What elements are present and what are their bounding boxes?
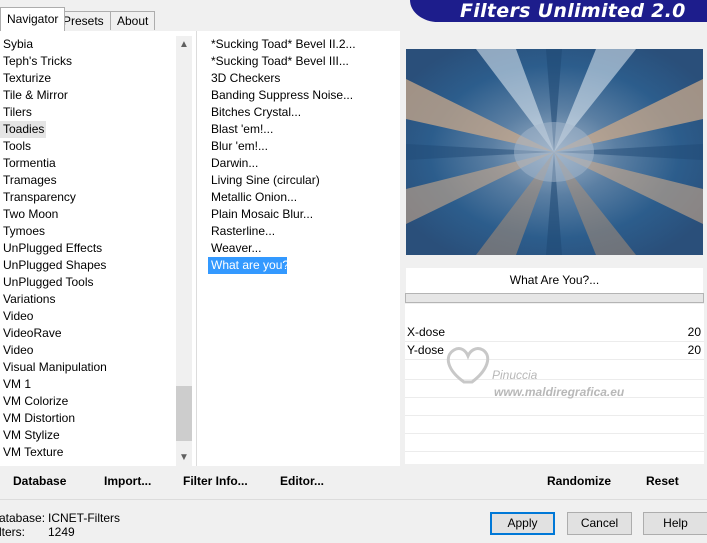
database-value: ICNET-Filters xyxy=(48,511,120,525)
param-divider xyxy=(405,451,704,452)
param-row-x-dose[interactable]: X-dose 20 xyxy=(405,324,704,342)
category-list[interactable]: Sybia Teph's Tricks Texturize Tile & Mir… xyxy=(0,36,176,466)
list-divider xyxy=(196,31,197,466)
param-divider xyxy=(405,397,704,398)
category-item[interactable]: VM Distortion xyxy=(0,410,176,427)
filter-list[interactable]: *Sucking Toad* Bevel II.2... *Sucking To… xyxy=(208,36,393,466)
cancel-button[interactable]: Cancel xyxy=(567,512,632,535)
param-row-y-dose[interactable]: Y-dose 20 xyxy=(405,342,704,360)
preview-graphic xyxy=(406,49,703,255)
param-divider xyxy=(405,415,704,416)
category-item[interactable]: Variations xyxy=(0,291,176,308)
preview-button-bar: Randomize Reset xyxy=(405,466,704,495)
progress-bar xyxy=(405,293,704,303)
category-item[interactable]: VM Colorize xyxy=(0,393,176,410)
parameter-area[interactable]: X-dose 20 Y-dose 20 xyxy=(405,304,704,464)
status-divider xyxy=(0,499,707,500)
database-button[interactable]: Database xyxy=(13,474,66,488)
category-item[interactable]: Texturize xyxy=(0,70,176,87)
param-divider xyxy=(405,379,704,380)
editor-button[interactable]: Editor... xyxy=(280,474,324,488)
import-button[interactable]: Import... xyxy=(104,474,151,488)
param-value[interactable]: 20 xyxy=(688,343,701,357)
filter-info-button[interactable]: Filter Info... xyxy=(183,474,248,488)
tab-about[interactable]: About xyxy=(110,11,156,30)
category-item-selected[interactable]: Toadies xyxy=(0,121,46,138)
category-item[interactable]: VM 1 xyxy=(0,376,176,393)
chevron-down-icon[interactable]: ▼ xyxy=(176,449,192,466)
category-scrollbar[interactable]: ▲ ▼ xyxy=(176,36,192,466)
filter-title: What Are You?... xyxy=(406,268,703,293)
scrollbar-thumb[interactable] xyxy=(176,386,192,441)
param-label: Y-dose xyxy=(407,343,444,357)
category-item[interactable]: Tormentia xyxy=(0,155,176,172)
param-divider xyxy=(405,433,704,434)
app-banner: Filters Unlimited 2.0 xyxy=(410,0,707,22)
category-item[interactable]: UnPlugged Tools xyxy=(0,274,176,291)
filter-item[interactable]: Darwin... xyxy=(208,155,393,172)
filter-item[interactable]: Bitches Crystal... xyxy=(208,104,393,121)
filter-item[interactable]: Weaver... xyxy=(208,240,393,257)
category-item[interactable]: VideoRave xyxy=(0,325,176,342)
category-item[interactable]: VM Stylize xyxy=(0,427,176,444)
reset-button[interactable]: Reset xyxy=(646,474,679,488)
filters-count: 1249 xyxy=(48,525,75,539)
navigator-button-bar: Database Import... Filter Info... Editor… xyxy=(0,466,397,495)
category-item[interactable]: Tilers xyxy=(0,104,176,121)
category-item[interactable]: Visual Manipulation xyxy=(0,359,176,376)
category-item[interactable]: Tramages xyxy=(0,172,176,189)
database-label: atabase: xyxy=(0,511,46,525)
param-label: X-dose xyxy=(407,325,446,339)
filter-item[interactable]: Plain Mosaic Blur... xyxy=(208,206,393,223)
filter-item[interactable]: *Sucking Toad* Bevel III... xyxy=(208,53,393,70)
category-item[interactable]: Video xyxy=(0,308,176,325)
category-item[interactable]: Transparency xyxy=(0,189,176,206)
category-item[interactable]: VM Texture xyxy=(0,444,176,461)
category-item[interactable]: Tile & Mirror xyxy=(0,87,176,104)
filter-item[interactable]: *Sucking Toad* Bevel II.2... xyxy=(208,36,393,53)
randomize-button[interactable]: Randomize xyxy=(547,474,611,488)
category-item[interactable]: Teph's Tricks xyxy=(0,53,176,70)
preview-image xyxy=(406,49,703,255)
filter-item[interactable]: Metallic Onion... xyxy=(208,189,393,206)
category-item[interactable]: Tymoes xyxy=(0,223,176,240)
param-value[interactable]: 20 xyxy=(688,325,701,339)
chevron-up-icon[interactable]: ▲ xyxy=(176,36,192,53)
apply-button[interactable]: Apply xyxy=(490,512,555,535)
category-item[interactable]: UnPlugged Effects xyxy=(0,240,176,257)
category-item[interactable]: Video xyxy=(0,342,176,359)
filters-label: lters: xyxy=(0,525,26,539)
tab-navigator[interactable]: Navigator xyxy=(0,7,66,31)
filter-item[interactable]: Banding Suppress Noise... xyxy=(208,87,393,104)
category-item[interactable]: Sybia xyxy=(0,36,176,53)
filter-item[interactable]: Blast 'em!... xyxy=(208,121,393,138)
filter-item[interactable]: Blur 'em!... xyxy=(208,138,393,155)
filter-item[interactable]: Rasterline... xyxy=(208,223,393,240)
help-button[interactable]: Help xyxy=(643,512,707,535)
filter-item[interactable]: Living Sine (circular) xyxy=(208,172,393,189)
category-item[interactable]: Two Moon xyxy=(0,206,176,223)
filter-item[interactable]: 3D Checkers xyxy=(208,70,393,87)
filter-item-selected[interactable]: What are you? xyxy=(208,257,289,274)
category-item[interactable]: UnPlugged Shapes xyxy=(0,257,176,274)
category-item[interactable]: Tools xyxy=(0,138,176,155)
